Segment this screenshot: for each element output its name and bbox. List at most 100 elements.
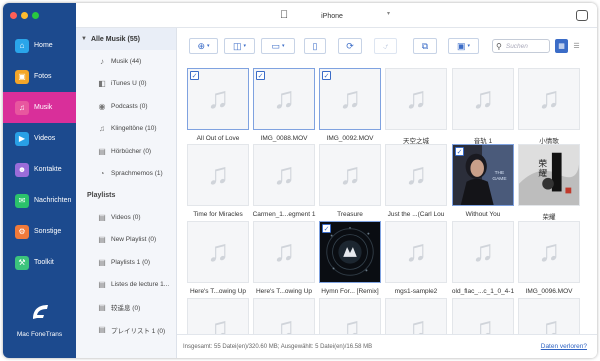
library-item-label: Podcasts (0)	[111, 102, 148, 110]
add-button[interactable]: ⊕ ▾	[189, 38, 218, 54]
checkbox-checked[interactable]: ✓	[455, 147, 464, 156]
nav-item-kontakte[interactable]: ☻ Kontakte	[3, 154, 76, 185]
list-view-button[interactable]: ☰	[570, 39, 583, 53]
checkbox-checked[interactable]: ✓	[256, 71, 265, 80]
playlist-item[interactable]: ▤ Videos (0)	[76, 206, 176, 229]
playlist-item[interactable]: ▤ Listes de lecture 1...	[76, 274, 176, 297]
song-tile[interactable]: ♫	[385, 144, 447, 206]
toolbox-icon: ▣	[456, 40, 466, 51]
zoom-window-button[interactable]	[32, 12, 39, 19]
song-tile[interactable]: ♫	[253, 298, 315, 334]
nav-item-label: Nachrichten	[34, 197, 72, 204]
music-placeholder-icon: ♫	[537, 82, 561, 115]
playlist-icon: ▤	[98, 302, 106, 312]
song-tile[interactable]: ♫ ✓	[319, 68, 381, 130]
copy-button[interactable]: ⧉	[413, 38, 437, 54]
music-placeholder-icon: ♫	[338, 312, 362, 335]
search-icon: ⚲	[496, 41, 502, 51]
export-to-device-button[interactable]: ◫ ▾	[224, 38, 255, 54]
ringtone-button[interactable]: ⍻	[374, 38, 397, 54]
nav-item-home[interactable]: ⌂ Home	[3, 30, 76, 61]
library-item[interactable]: ◧ iTunes U (0)	[76, 73, 176, 96]
song-tile[interactable]: ♫	[452, 68, 514, 130]
toolbox-button[interactable]: ▣ ▾	[448, 38, 479, 54]
playlist-item-label: Videos (0)	[111, 213, 141, 221]
library-item-label: iTunes U (0)	[111, 80, 147, 88]
nav-item-videos[interactable]: ▶ Videos	[3, 123, 76, 154]
export-to-itunes-button[interactable]: ▯	[304, 38, 326, 54]
song-tile[interactable]: ♫	[187, 144, 249, 206]
nav-item-label: Fotos	[34, 73, 52, 80]
song-tile[interactable]: ♫	[319, 298, 381, 334]
song-title: mgs1-sample2	[394, 288, 438, 295]
playlist-item[interactable]: ▤ 较遥息 (0)	[76, 296, 176, 319]
sync-button[interactable]: ⟳	[338, 38, 362, 54]
song-tile[interactable]: ♫	[518, 221, 580, 283]
messages-icon: ✉	[15, 193, 29, 208]
song-title: Here's T...owing Up	[189, 288, 247, 295]
song-tile[interactable]: ♫	[385, 68, 447, 130]
status-summary: Insgesamt: 55 Datei(en)/320.60 MB; Ausge…	[183, 343, 373, 350]
song-tile[interactable]: ♫ ✓	[187, 68, 249, 130]
song-tile[interactable]: ♫	[385, 298, 447, 334]
music-placeholder-icon: ♫	[537, 235, 561, 268]
song-tile[interactable]: ♫	[187, 298, 249, 334]
music-library-panel: ▼ Alle Musik (55) ♪ Musik (44) ◧ iTunes U (…	[76, 28, 177, 358]
playlist-item[interactable]: ▤ プレイリスト 1 (0)	[76, 319, 176, 342]
device-selector[interactable]:  iPhone ▾	[270, 8, 394, 24]
search-input[interactable]: ⚲ Suchen	[492, 39, 550, 53]
music-placeholder-icon: ♫	[404, 235, 428, 268]
song-tile[interactable]: ♫	[187, 221, 249, 283]
song-tile[interactable]: ♫	[253, 144, 315, 206]
device-name: iPhone	[321, 12, 343, 20]
nav-item-toolkit[interactable]: ⚒ Toolkit	[3, 247, 76, 278]
nav-item-musik[interactable]: ♫ Musik	[3, 92, 76, 123]
chevron-down-icon: ▾	[386, 11, 390, 17]
song-tile[interactable]: THE GAME ✓	[452, 144, 514, 206]
song-tile[interactable]: ♫	[452, 221, 514, 283]
all-music-header[interactable]: ▼ Alle Musik (55)	[76, 28, 176, 50]
song-tile[interactable]: 荣耀	[518, 144, 580, 206]
close-window-button[interactable]	[10, 12, 17, 19]
library-item-label: Sprachmemos (1)	[111, 170, 163, 178]
nav-item-sonstige[interactable]: ⚙ Sonstige	[3, 216, 76, 247]
library-item[interactable]: ♪ Musik (44)	[76, 50, 176, 73]
window-controls	[10, 12, 39, 19]
sync-icon: ⟳	[346, 40, 354, 51]
song-tile[interactable]: ♫ ✓	[253, 68, 315, 130]
music-placeholder-icon: ♫	[338, 158, 362, 191]
song-tile[interactable]: ♫	[518, 68, 580, 130]
export-to-pc-button[interactable]: ▭ ▾	[261, 38, 295, 54]
nav-item-fotos[interactable]: ▣ Fotos	[3, 61, 76, 92]
playlist-item[interactable]: ▤ New Playlist (0)	[76, 229, 176, 252]
song-tile[interactable]: ♫	[452, 298, 514, 334]
playlist-item[interactable]: ▤ Playlists 1 (0)	[76, 251, 176, 274]
library-item[interactable]: ▤ Hörbücher (0)	[76, 140, 176, 163]
nav-item-nachrichten[interactable]: ✉ Nachrichten	[3, 185, 76, 216]
song-title: IMG_0092.MOV	[326, 135, 374, 142]
music-icon: ♫	[15, 100, 29, 115]
song-tile[interactable]: ♫	[253, 221, 315, 283]
song-tile[interactable]: ♫	[319, 144, 381, 206]
top-bar:  iPhone ▾	[76, 3, 597, 28]
music-placeholder-icon: ♫	[272, 312, 296, 335]
library-item[interactable]: ◔ Sprachmemos (1)	[76, 163, 176, 186]
feedback-chat-icon[interactable]	[576, 10, 588, 21]
data-lost-link[interactable]: Daten verloren?	[541, 343, 587, 350]
song-title: 荣耀	[542, 214, 556, 221]
library-item[interactable]: ♫ Klingeltöne (10)	[76, 118, 176, 141]
music-placeholder-icon: ♫	[272, 235, 296, 268]
more-icon: ⚙	[15, 224, 29, 239]
song-tile[interactable]: ♫	[518, 298, 580, 334]
music-grid: ♫ ✓ All Out of Love ♫ ✓ IMG_0088.MOV ♫ ✓ IMG_009…	[177, 62, 597, 334]
checkbox-checked[interactable]: ✓	[322, 224, 331, 233]
checkbox-checked[interactable]: ✓	[190, 71, 199, 80]
checkbox-checked[interactable]: ✓	[322, 71, 331, 80]
library-item[interactable]: ◉ Podcasts (0)	[76, 95, 176, 118]
svg-text:THE: THE	[495, 170, 505, 176]
minimize-window-button[interactable]	[21, 12, 28, 19]
song-tile[interactable]: ✓	[319, 221, 381, 283]
song-tile[interactable]: ♫	[385, 221, 447, 283]
playlist-icon: ▤	[98, 280, 106, 290]
grid-view-button[interactable]: ▦	[555, 39, 568, 53]
